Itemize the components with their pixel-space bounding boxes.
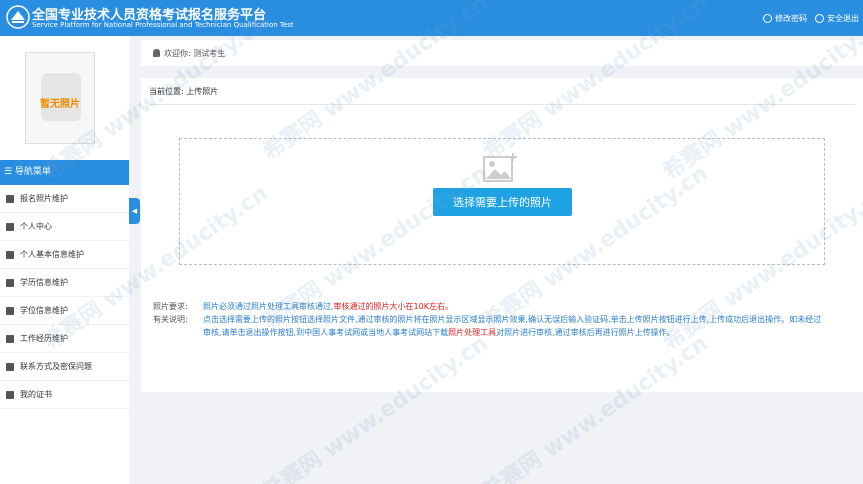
- platform-logo-icon: [6, 5, 30, 29]
- sidebar-item-certificates[interactable]: 我的证书: [0, 381, 129, 409]
- platform-subtitle: Service Platform for National Profession…: [32, 21, 294, 29]
- medal-icon: [6, 306, 14, 315]
- sidebar-item-personal-center[interactable]: 个人中心: [0, 213, 129, 241]
- sidebar-item-photo[interactable]: 报名照片维护: [0, 185, 129, 213]
- photo-tool-link[interactable]: 照片处理工具: [448, 328, 496, 337]
- graduation-icon: [6, 278, 14, 287]
- photo-requirement-body: 照片必须通过照片处理工具审核通过,: [203, 302, 334, 311]
- nav-list: 报名照片维护 个人中心 个人基本信息维护 学历信息维护 学位信息维护 工作经历维…: [0, 185, 129, 409]
- settings-icon: [763, 14, 772, 23]
- welcome-text: 欢迎你: 测试考生: [164, 48, 226, 58]
- user-icon: [6, 250, 14, 259]
- photo-requirement-highlight: 审核通过的照片大小在10K左右。: [333, 302, 453, 311]
- photo-requirement-text: 照片必须通过照片处理工具审核通过,审核通过的照片大小在10K左右。: [203, 300, 453, 313]
- welcome-bar: 欢迎你: 测试考生: [141, 40, 863, 66]
- sidebar: 暂无照片 ☰ 导航菜单 报名照片维护 个人中心 个人基本信息维护 学历信息维护 …: [0, 36, 129, 484]
- upload-notes: 照片要求: 照片必须通过照片处理工具审核通过,审核通过的照片大小在10K左右。 …: [153, 300, 823, 339]
- power-icon: [815, 14, 824, 23]
- instructions-body-end: 对照片进行审核,通过审核后再进行照片上传操作。: [496, 328, 675, 337]
- instructions-label: 有关说明:: [153, 315, 188, 324]
- sidebar-item-label: 报名照片维护: [20, 194, 68, 203]
- briefcase-icon: [6, 334, 14, 343]
- user-icon: [153, 49, 160, 57]
- nav-menu-title: ☰ 导航菜单: [0, 160, 129, 185]
- sidebar-item-label: 工作经历维护: [20, 334, 68, 343]
- sidebar-item-education[interactable]: 学历信息维护: [0, 269, 129, 297]
- divider: [149, 104, 855, 105]
- change-password-link[interactable]: 修改密码: [763, 13, 807, 24]
- sidebar-item-label: 联系方式及密保问题: [20, 362, 92, 371]
- sidebar-item-work-history[interactable]: 工作经历维护: [0, 325, 129, 353]
- header-actions: 修改密码 安全退出: [763, 13, 859, 24]
- photo-preview: 暂无照片: [25, 52, 95, 144]
- home-icon: [6, 222, 14, 231]
- sidebar-item-label: 个人基本信息维护: [20, 250, 84, 259]
- book-icon: [6, 390, 14, 399]
- sidebar-collapse-button[interactable]: ◀: [129, 198, 140, 224]
- logout-label: 安全退出: [827, 14, 859, 23]
- sidebar-item-label: 学历信息维护: [20, 278, 68, 287]
- phone-icon: [6, 362, 14, 371]
- sidebar-item-label: 个人中心: [20, 222, 52, 231]
- sidebar-item-degree[interactable]: 学位信息维护: [0, 297, 129, 325]
- photo-requirement-label: 照片要求:: [153, 302, 188, 311]
- image-add-icon: [483, 153, 517, 182]
- photo-upload-area: 选择需要上传的照片: [179, 138, 825, 265]
- top-header: 全国专业技术人员资格考试报名服务平台 Service Platform for …: [0, 0, 863, 36]
- sidebar-item-label: 学位信息维护: [20, 306, 68, 315]
- sidebar-item-contact[interactable]: 联系方式及密保问题: [0, 353, 129, 381]
- logout-link[interactable]: 安全退出: [815, 13, 859, 24]
- main-content: 当前位置: 上传照片 选择需要上传的照片 照片要求: 照片必须通过照片处理工具审…: [141, 78, 863, 392]
- instructions-text: 点击选择需要上传的照片按钮选择照片文件,通过审核的照片将在照片显示区域显示照片效…: [203, 313, 823, 339]
- sidebar-item-basic-info[interactable]: 个人基本信息维护: [0, 241, 129, 269]
- photo-icon: [6, 194, 14, 203]
- no-photo-text: 暂无照片: [40, 99, 80, 110]
- breadcrumb: 当前位置: 上传照片: [149, 87, 219, 96]
- select-photo-button[interactable]: 选择需要上传的照片: [433, 188, 572, 216]
- sidebar-item-label: 我的证书: [20, 390, 52, 399]
- change-password-label: 修改密码: [775, 14, 807, 23]
